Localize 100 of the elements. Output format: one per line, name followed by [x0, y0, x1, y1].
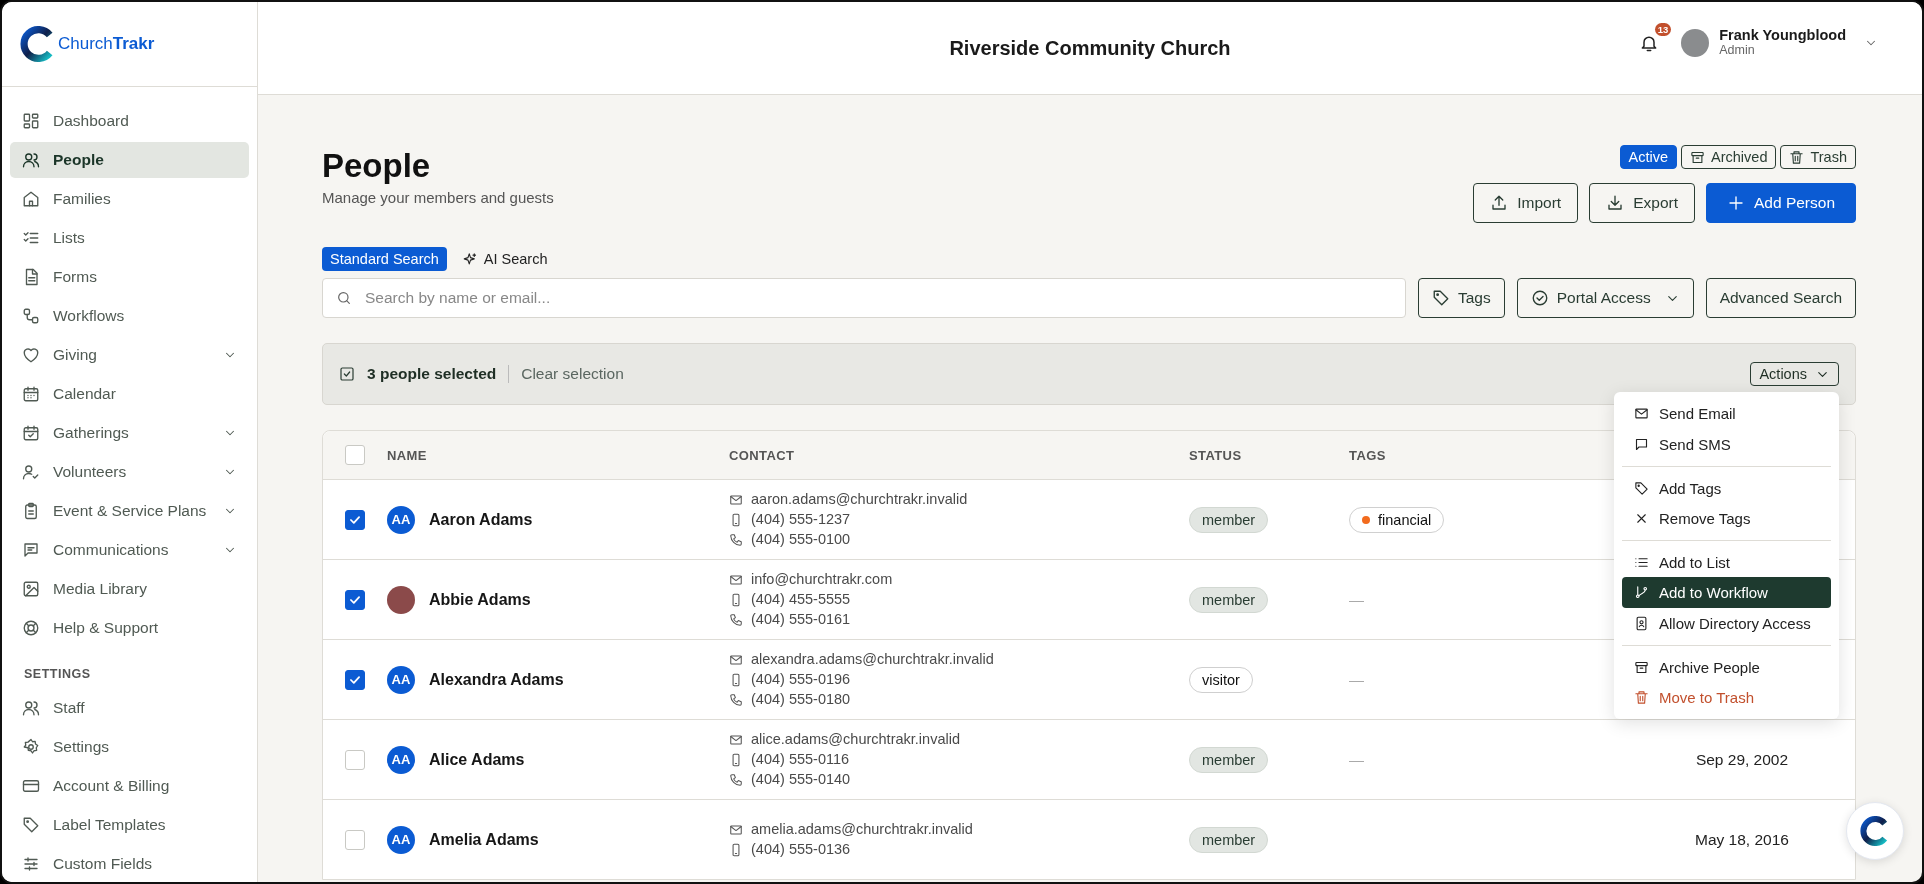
menu-item[interactable]: Archive People	[1622, 645, 1831, 682]
search-mode-tab[interactable]: Standard Search	[322, 247, 447, 271]
menu-item[interactable]: Remove Tags	[1622, 503, 1831, 534]
sidebar-item[interactable]: Gatherings	[10, 415, 249, 451]
menu-item[interactable]: Allow Directory Access	[1622, 608, 1831, 639]
lifebuoy-icon	[22, 619, 40, 637]
mobile-number: (404) 555-0136	[751, 840, 851, 859]
row-checkbox[interactable]	[345, 509, 365, 530]
sidebar-item[interactable]: Workflows	[10, 298, 249, 334]
email-text: aaron.adams@churchtrakr.invalid	[751, 490, 968, 509]
sidebar-item[interactable]: Forms	[10, 259, 249, 295]
sidebar-item[interactable]: Media Library	[10, 571, 249, 607]
clear-selection-link[interactable]: Clear selection	[521, 365, 624, 383]
card-icon	[22, 777, 40, 795]
sidebar-item[interactable]: Families	[10, 181, 249, 217]
menu-item[interactable]: Send SMS	[1622, 429, 1831, 460]
logo-icon	[1860, 816, 1890, 846]
sidebar-item[interactable]: Account & Billing	[10, 768, 249, 804]
trash-icon	[1789, 149, 1805, 165]
mobile-phone-icon	[729, 672, 743, 687]
page-subtitle: Manage your members and guests	[322, 189, 554, 206]
sidebar-item[interactable]: Custom Fields	[10, 846, 249, 882]
sidebar-item[interactable]: Lists	[10, 220, 249, 256]
sidebar-item[interactable]: Label Templates	[10, 807, 249, 843]
upload-icon	[1490, 194, 1509, 212]
message-icon	[22, 541, 40, 559]
sidebar-item[interactable]: People	[10, 142, 249, 178]
tags-filter-button[interactable]: Tags	[1418, 278, 1505, 318]
person-name: Abbie Adams	[429, 590, 531, 609]
phone-icon	[729, 612, 743, 627]
chat-bubble-icon	[1634, 437, 1649, 452]
empty-tags-text: —	[1349, 591, 1364, 608]
empty-tags-text: —	[1349, 751, 1364, 768]
sidebar-item[interactable]: Dashboard	[10, 103, 249, 139]
menu-item[interactable]: Move to Trash	[1622, 682, 1831, 713]
photo-placeholder	[387, 585, 415, 614]
advanced-search-button[interactable]: Advanced Search	[1705, 278, 1856, 318]
person-name: Amelia Adams	[429, 830, 539, 849]
contact-book-icon	[1634, 616, 1649, 631]
sliders-icon	[22, 855, 40, 873]
calendar-check-icon	[22, 424, 40, 442]
actions-dropdown[interactable]: Actions	[1750, 362, 1839, 386]
initials-avatar: AA	[387, 665, 415, 694]
mobile-number: (404) 555-0196	[751, 670, 851, 689]
row-checkbox[interactable]	[345, 669, 365, 690]
view-tab[interactable]: Active	[1619, 145, 1678, 169]
menu-item[interactable]: Add to Workflow	[1622, 577, 1831, 608]
menu-item[interactable]: Add Tags	[1622, 466, 1831, 503]
sidebar-item[interactable]: Volunteers	[10, 454, 249, 490]
trash-icon	[1634, 690, 1649, 705]
mail-icon	[729, 732, 743, 747]
date-text: May 18, 2016	[1695, 830, 1789, 849]
row-checkbox[interactable]	[345, 589, 365, 610]
search-mode-tab[interactable]: AI Search	[454, 247, 556, 271]
sidebar-item[interactable]: Calendar	[10, 376, 249, 412]
user-name: Frank Youngblood	[1719, 28, 1846, 44]
mobile-phone-icon	[729, 752, 743, 767]
select-all-checkbox[interactable]	[345, 445, 365, 465]
sidebar-item[interactable]: Staff	[10, 690, 249, 726]
status-tag: member	[1189, 826, 1269, 853]
search-field[interactable]: Search by name or email...	[322, 278, 1406, 318]
chat-launcher-button[interactable]	[1846, 802, 1904, 860]
mobile-phone-icon	[729, 842, 743, 857]
status-tag: member	[1189, 586, 1269, 613]
tag-label: financial	[1378, 511, 1432, 528]
phone-icon	[729, 772, 743, 787]
mobile-phone-icon	[729, 592, 743, 607]
mail-icon	[729, 652, 743, 667]
branch-icon	[1634, 585, 1649, 600]
phone-number: (404) 555-0180	[751, 690, 851, 709]
sidebar-item[interactable]: Help & Support	[10, 610, 249, 646]
view-tab[interactable]: Archived	[1681, 145, 1777, 169]
import-button[interactable]: Import	[1473, 183, 1579, 223]
menu-item[interactable]: Send Email	[1622, 398, 1831, 429]
sidebar-item[interactable]: Settings	[10, 729, 249, 765]
section-heading: SETTINGS	[24, 667, 92, 681]
initials-avatar: AA	[387, 825, 415, 854]
sidebar-item[interactable]: Event & Service Plans	[10, 493, 249, 529]
sidebar-item[interactable]: Communications	[10, 532, 249, 568]
view-tab[interactable]: Trash	[1780, 145, 1856, 169]
column-header: CONTACT	[729, 447, 796, 463]
settings-icon	[22, 738, 40, 756]
add-person-button[interactable]: Add Person	[1706, 183, 1856, 223]
page-title: People	[322, 146, 432, 186]
tag-icon	[1634, 480, 1649, 496]
notification-count: 13	[1654, 22, 1672, 36]
checkbox-icon	[339, 366, 355, 382]
status-tag: visitor	[1189, 666, 1253, 693]
mail-icon	[729, 492, 743, 507]
status-tag: member	[1189, 506, 1269, 533]
church-name: Riverside Community Church	[949, 36, 1231, 60]
archive-icon	[1690, 149, 1706, 165]
initials-avatar: AA	[387, 505, 415, 534]
user-menu[interactable]: Frank Youngblood Admin	[1681, 28, 1878, 58]
portal-access-dropdown[interactable]: Portal Access	[1516, 278, 1694, 318]
date-text: Sep 29, 2002	[1695, 750, 1789, 769]
phone-number: (404) 555-0100	[751, 530, 851, 549]
calendar-icon	[22, 385, 40, 403]
export-button[interactable]: Export	[1589, 183, 1695, 223]
sidebar-item[interactable]: Giving	[10, 337, 249, 373]
